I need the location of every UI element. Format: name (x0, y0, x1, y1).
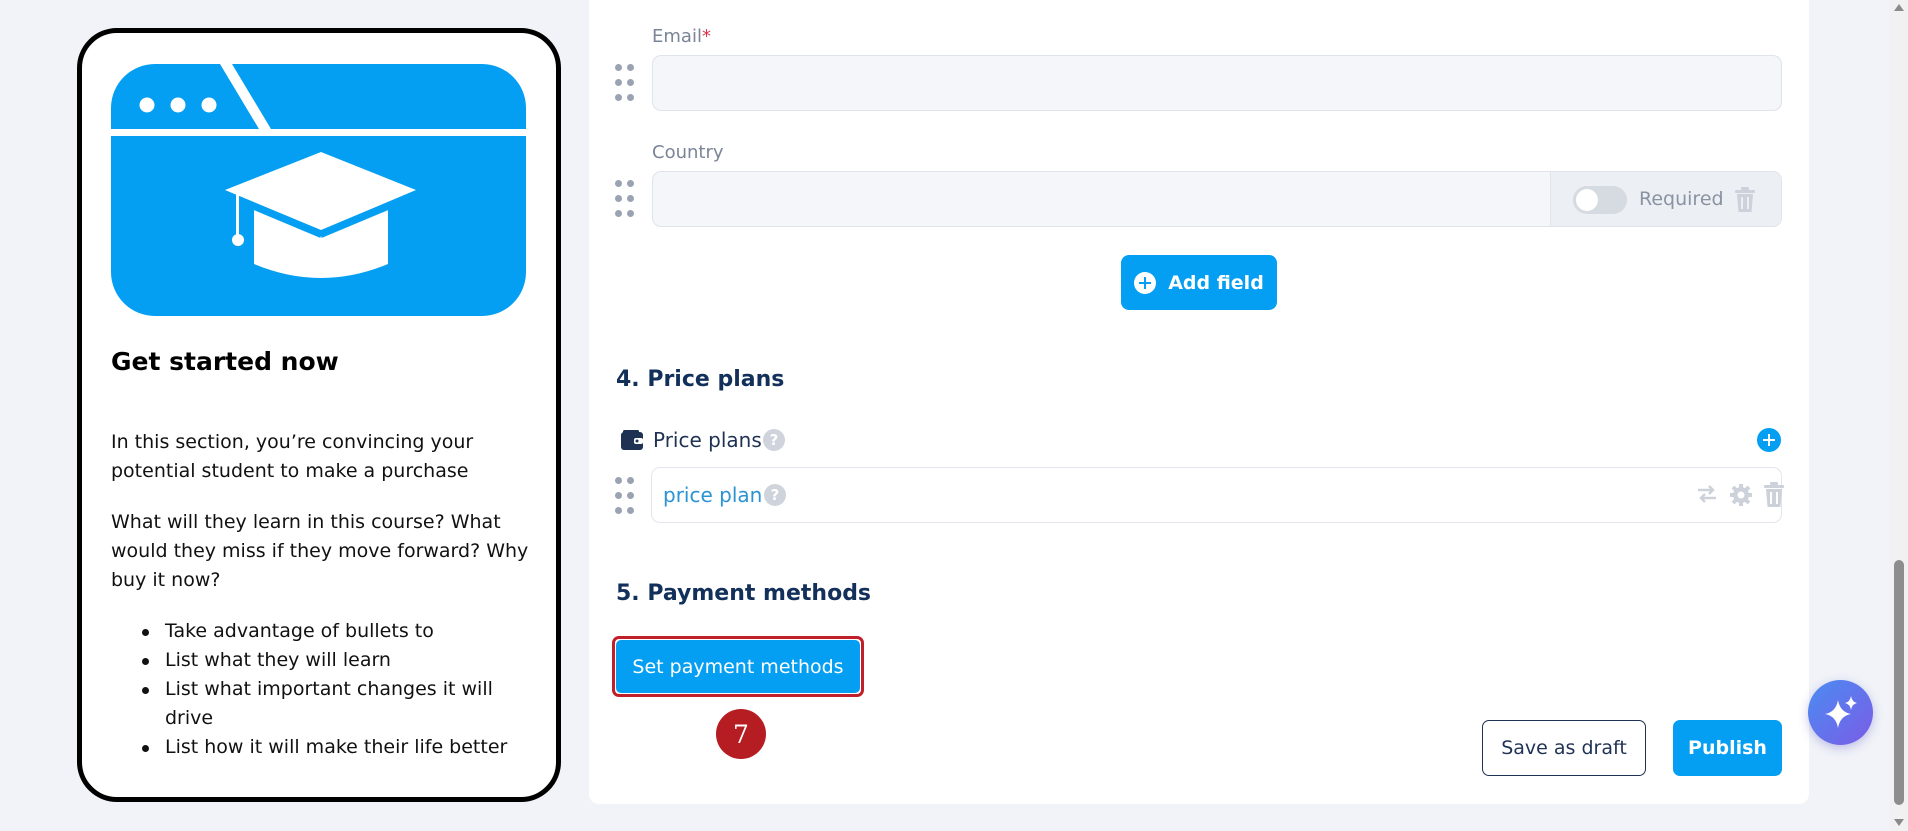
step-badge: 7 (716, 709, 766, 759)
plus-circle-icon (1134, 271, 1157, 294)
preview-title: Get started now (111, 347, 339, 376)
save-as-draft-button[interactable]: Save as draft (1482, 720, 1646, 776)
gear-icon[interactable] (1729, 483, 1753, 507)
set-payment-methods-button[interactable]: Set payment methods (616, 640, 860, 693)
list-item: List what important changes it will driv… (138, 675, 538, 733)
list-item: List what they will learn (138, 646, 538, 675)
wallet-icon (621, 430, 643, 450)
price-plans-section-title: 4. Price plans (616, 367, 785, 392)
payment-methods-section-title: 5. Payment methods (616, 581, 872, 606)
scroll-down-icon[interactable] (1894, 819, 1904, 826)
price-plans-label: Price plans (653, 428, 762, 452)
price-plan-row[interactable]: price plan ? (651, 467, 1785, 523)
checkout-form-panel: Email* Country Required Add field 4. Pri… (589, 0, 1809, 804)
email-label: Email* (652, 26, 711, 47)
help-icon[interactable]: ? (764, 484, 786, 506)
vertical-scrollbar[interactable] (1890, 0, 1908, 831)
drag-handle-icon[interactable] (615, 64, 635, 102)
delete-icon[interactable] (1734, 187, 1756, 213)
email-field[interactable] (652, 55, 1782, 111)
scroll-up-icon[interactable] (1894, 4, 1904, 11)
help-icon[interactable]: ? (763, 429, 785, 451)
course-preview-card: Get started now In this section, you’re … (77, 28, 561, 802)
scrollbar-thumb[interactable] (1894, 560, 1904, 805)
price-plan-name[interactable]: price plan (663, 483, 762, 507)
preview-paragraph: In this section, you’re convincing your … (111, 431, 474, 482)
country-field[interactable]: Required (652, 171, 1782, 227)
add-field-button[interactable]: Add field (1121, 255, 1277, 310)
publish-button[interactable]: Publish (1673, 720, 1782, 776)
delete-icon[interactable] (1763, 482, 1785, 508)
preview-paragraph: What will they learn in this course? Wha… (111, 511, 529, 591)
preview-bullet-list: Take advantage of bullets to List what t… (138, 617, 538, 762)
country-field-options: Required (1550, 172, 1781, 226)
required-toggle-label: Required (1639, 188, 1724, 210)
list-item: Take advantage of bullets to (138, 617, 538, 646)
country-label: Country (652, 142, 724, 163)
required-toggle[interactable] (1573, 186, 1627, 214)
sparkle-icon (1825, 696, 1857, 728)
add-price-plan-button[interactable] (1757, 428, 1781, 452)
graduation-cap-illustration (111, 64, 526, 316)
add-field-label: Add field (1168, 271, 1264, 294)
drag-handle-icon[interactable] (615, 477, 635, 515)
ai-assistant-button[interactable] (1808, 680, 1873, 745)
swap-icon[interactable] (1696, 484, 1718, 504)
drag-handle-icon[interactable] (615, 180, 635, 218)
list-item: List how it will make their life better (138, 733, 538, 762)
